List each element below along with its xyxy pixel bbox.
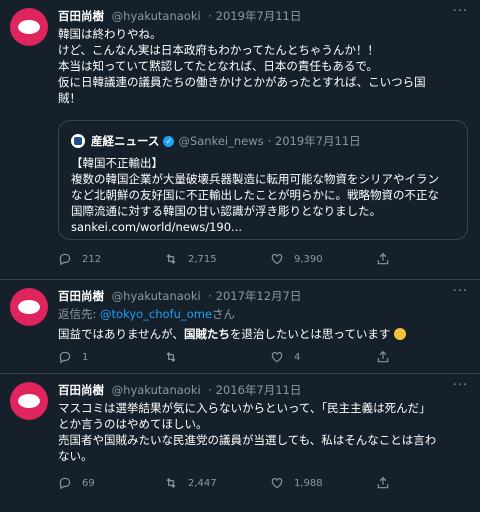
retweet-button[interactable] <box>164 350 270 364</box>
like-button[interactable]: 9,390 <box>270 252 376 266</box>
sankei-logo-icon <box>71 134 85 148</box>
tweet-date[interactable]: · 2019年7月11日 <box>208 9 301 23</box>
tweet-header: 百田尚樹 @hyakutanaoki · 2016年7月11日 <box>58 382 301 398</box>
reply-count: 212 <box>82 253 102 265</box>
retweet-icon <box>166 478 176 488</box>
like-button[interactable]: 1,988 <box>270 476 376 490</box>
tweet-actions: 212 2,715 9,390 <box>58 252 460 266</box>
quoted-author-name: 産経ニュース <box>91 134 160 148</box>
tweet-text: マスコミは選挙結果が気に入らないからといって、「民主主義は死んだ」 とか言うのは… <box>58 400 466 464</box>
reply-button[interactable]: 1 <box>58 350 164 364</box>
reply-icon <box>59 351 71 364</box>
retweet-button[interactable]: 2,715 <box>164 252 270 266</box>
quoted-line: など北朝鮮の友好国に不正輸出したことが明らかに。戦略物資の不正な <box>71 188 439 202</box>
tweet-line: 韓国は終わりやね。 <box>58 27 162 41</box>
tweet-header: 百田尚樹 @hyakutanaoki · 2019年7月11日 <box>58 8 301 24</box>
tweet-line: 仮に日韓議連の議員たちの働きかけとかがあったとすれば、こいつら国 <box>58 75 426 89</box>
tweet-line: ない。 <box>58 449 93 463</box>
avatar[interactable] <box>10 382 48 420</box>
reply-button[interactable]: 212 <box>58 252 164 266</box>
more-options-icon[interactable]: ··· <box>453 4 468 19</box>
tweet-line: 賊！ <box>58 91 81 105</box>
reply-mention-link[interactable]: @tokyo_chofu_ome <box>100 307 212 321</box>
like-count: 4 <box>294 351 301 363</box>
author-name[interactable]: 百田尚樹 <box>58 289 104 303</box>
verified-badge-icon: ✓ <box>163 135 175 147</box>
retweet-count: 2,447 <box>188 477 217 489</box>
quoted-author-handle: @Sankei_news <box>178 134 264 148</box>
reply-count: 1 <box>82 351 89 363</box>
tweet[interactable]: 百田尚樹 @hyakutanaoki · 2019年7月11日 ··· 韓国は終… <box>0 0 480 280</box>
quoted-tweet-text: 【韓国不正輸出】 複数の韓国企業が大量破壊兵器製造に転用可能な物資をシリアやイラ… <box>71 155 457 235</box>
quoted-line: 【韓国不正輸出】 <box>71 156 163 170</box>
retweet-count: 2,715 <box>188 253 217 265</box>
quoted-tweet-header: 産経ニュース ✓ @Sankei_news · 2019年7月11日 <box>71 133 361 149</box>
like-count: 9,390 <box>294 253 323 265</box>
like-button[interactable]: 4 <box>270 350 376 364</box>
tweet-header: 百田尚樹 @hyakutanaoki · 2017年12月7日 <box>58 288 301 304</box>
quoted-link: sankei.com/world/news/190... <box>71 220 243 234</box>
heart-icon <box>271 478 283 489</box>
tweet-line: けど、こんなん実は日本政府もわかってたんとちゃうんか！！ <box>58 43 379 57</box>
retweet-button[interactable]: 2,447 <box>164 476 270 490</box>
tweet[interactable]: 百田尚樹 @hyakutanaoki · 2016年7月11日 ··· マスコミ… <box>0 374 480 512</box>
author-handle[interactable]: @hyakutanaoki <box>112 383 201 397</box>
retweet-icon <box>166 352 176 362</box>
tweet-actions: 69 2,447 1,988 <box>58 476 460 490</box>
like-count: 1,988 <box>294 477 323 489</box>
tweet-line: マスコミは選挙結果が気に入らないからといって、「民主主義は死んだ」 <box>58 401 431 415</box>
author-handle[interactable]: @hyakutanaoki <box>112 289 201 303</box>
more-options-icon[interactable]: ··· <box>453 378 468 393</box>
reply-button[interactable]: 69 <box>58 476 164 490</box>
share-icon <box>377 476 389 489</box>
tweet-text: 国益ではありませんが、国賊たちを退治したいとは思っています <box>58 326 466 342</box>
sweat-smile-emoji-icon <box>394 328 407 340</box>
reply-icon <box>59 253 71 266</box>
share-button[interactable] <box>376 476 400 490</box>
heart-icon <box>271 352 283 363</box>
tweet-actions: 1 4 <box>58 350 460 364</box>
share-button[interactable] <box>376 252 400 266</box>
tweet-line: 本当は知っていて黙認してたとなれば、日本の責任もあるで。 <box>58 59 378 73</box>
reply-prefix: 返信先: <box>58 307 101 321</box>
author-name[interactable]: 百田尚樹 <box>58 383 104 397</box>
reply-icon <box>59 477 71 490</box>
share-icon <box>377 350 389 363</box>
tweet-text-part: 国賊たち <box>183 327 230 341</box>
tweet-line: とか言うのはやめてほしい。 <box>58 417 208 431</box>
retweet-icon <box>166 254 176 264</box>
more-options-icon[interactable]: ··· <box>453 284 468 299</box>
quoted-line: 国際流通に対する韓国の甘い認識が浮き彫りとなりました。 <box>71 204 382 218</box>
avatar[interactable] <box>10 8 48 46</box>
heart-icon <box>271 254 283 265</box>
tweet-text: 韓国は終わりやね。 けど、こんなん実は日本政府もわかってたんとちゃうんか！！ 本… <box>58 26 466 106</box>
reply-suffix: さん <box>211 307 235 321</box>
share-button[interactable] <box>376 350 400 364</box>
tweet-text-part: を退治したいとは思っています <box>229 327 391 341</box>
quoted-tweet-date: · 2019年7月11日 <box>267 134 361 148</box>
tweet[interactable]: 百田尚樹 @hyakutanaoki · 2017年12月7日 ··· 返信先:… <box>0 280 480 374</box>
author-name[interactable]: 百田尚樹 <box>58 9 104 23</box>
tweet-text-part: 国益ではありませんが、 <box>58 327 184 341</box>
tweet-line: 売国者や国賊みたいな民進党の議員が当選しても、私はそんなことは言わ <box>58 433 437 447</box>
quoted-tweet[interactable]: 産経ニュース ✓ @Sankei_news · 2019年7月11日 【韓国不正… <box>58 120 468 240</box>
reply-count: 69 <box>82 477 95 489</box>
share-icon <box>377 252 389 265</box>
tweet-date[interactable]: · 2017年12月7日 <box>208 289 301 303</box>
reply-context: 返信先: @tokyo_chofu_omeさん <box>58 306 235 322</box>
author-handle[interactable]: @hyakutanaoki <box>112 9 201 23</box>
quoted-line: 複数の韓国企業が大量破壊兵器製造に転用可能な物資をシリアやイラン <box>71 172 439 186</box>
tweet-date[interactable]: · 2016年7月11日 <box>208 383 301 397</box>
avatar[interactable] <box>10 288 48 326</box>
